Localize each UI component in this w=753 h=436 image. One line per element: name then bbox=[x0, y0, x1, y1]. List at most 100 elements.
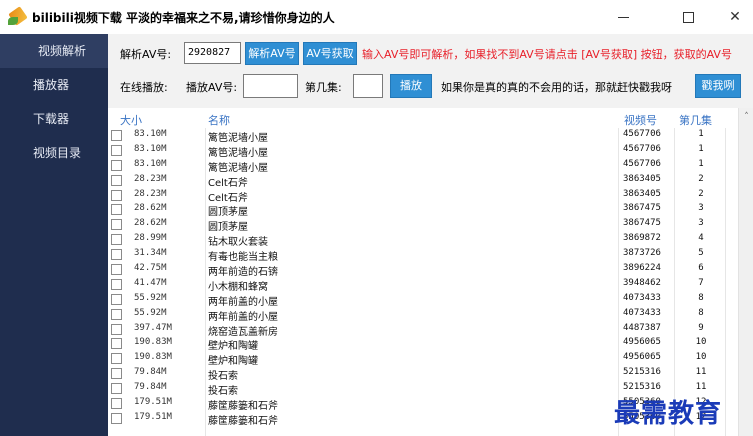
cell-av: 4567706 bbox=[623, 158, 661, 169]
scroll-up-arrow-icon[interactable]: ˄ bbox=[741, 112, 752, 122]
cell-size: 31.34M bbox=[134, 248, 167, 259]
cell-av: 3863405 bbox=[623, 188, 661, 199]
minimize-button[interactable] bbox=[600, 0, 646, 34]
table-row[interactable]: 190.83M 壁炉和陶罐 4956065 10 bbox=[108, 336, 738, 352]
row-checkbox[interactable] bbox=[111, 130, 122, 141]
cell-av: 3867475 bbox=[623, 203, 661, 214]
row-checkbox[interactable] bbox=[111, 189, 122, 201]
table-row[interactable]: 28.23M Celt石斧 3863405 2 bbox=[108, 173, 738, 189]
cell-size: 41.47M bbox=[134, 277, 167, 288]
cell-episode: 8 bbox=[698, 292, 704, 303]
sidebar-item-player[interactable]: 播放器 bbox=[0, 68, 108, 102]
episode-label: 第几集: bbox=[305, 81, 342, 94]
sidebar-item-downloader[interactable]: 下载器 bbox=[0, 102, 108, 136]
video-table: 大小 名称 视频号 第几集 83.10M 篱笆泥墙小屋 4567706 1 83.10M… bbox=[108, 108, 753, 436]
sidebar-item-video-catalog[interactable]: 视频目录 bbox=[0, 136, 108, 170]
row-checkbox[interactable] bbox=[111, 353, 122, 365]
row-checkbox[interactable] bbox=[111, 264, 122, 276]
cell-name: 圆顶茅屋 bbox=[208, 207, 248, 219]
cell-episode: 10 bbox=[695, 352, 707, 363]
play-button[interactable]: 播放 bbox=[390, 74, 432, 98]
row-checkbox[interactable] bbox=[111, 368, 122, 380]
cell-name: 藤筐藤篓和石斧 bbox=[208, 415, 278, 427]
cell-episode: 3 bbox=[698, 218, 704, 229]
table-header: 大小 名称 视频号 第几集 bbox=[108, 108, 753, 128]
cell-av: 3869872 bbox=[623, 233, 661, 244]
cell-episode: 11 bbox=[695, 367, 707, 378]
row-checkbox[interactable] bbox=[111, 398, 122, 410]
cell-size: 190.83M bbox=[134, 352, 172, 363]
cell-size: 28.62M bbox=[134, 218, 167, 229]
maximize-button[interactable] bbox=[665, 0, 711, 34]
table-row[interactable]: 83.10M 篱笆泥墙小屋 4567706 1 bbox=[108, 143, 738, 159]
row-checkbox[interactable] bbox=[111, 234, 122, 246]
row-checkbox[interactable] bbox=[111, 412, 122, 424]
row-checkbox[interactable] bbox=[111, 293, 122, 305]
maximize-icon bbox=[682, 11, 694, 23]
cell-name: Celt石斧 bbox=[208, 192, 248, 204]
cell-av: 5215316 bbox=[623, 367, 661, 378]
row-checkbox[interactable] bbox=[111, 159, 122, 171]
row-checkbox[interactable] bbox=[111, 174, 122, 186]
table-row[interactable]: 397.47M 烧窑造瓦盖新房 4487387 9 bbox=[108, 322, 738, 338]
cell-episode: 1 bbox=[698, 129, 704, 139]
parse-av-button[interactable]: 解析AV号 bbox=[245, 42, 299, 65]
table-row[interactable]: 190.83M 壁炉和陶罐 4956065 10 bbox=[108, 351, 738, 367]
cell-size: 83.10M bbox=[134, 129, 167, 139]
table-row[interactable]: 28.62M 圆顶茅屋 3867475 3 bbox=[108, 202, 738, 219]
vertical-scrollbar[interactable]: ˄ bbox=[738, 108, 753, 436]
table-row[interactable]: 83.10M 篱笆泥墙小屋 4567706 1 bbox=[108, 128, 738, 144]
row-checkbox[interactable] bbox=[111, 204, 122, 216]
row-checkbox[interactable] bbox=[111, 338, 122, 350]
play-av-input[interactable] bbox=[243, 74, 298, 98]
window-title: bilibili视频下载 平淡的幸福来之不易,请珍惜你身边的人 bbox=[32, 10, 335, 25]
cell-episode: 10 bbox=[695, 337, 707, 348]
table-row[interactable]: 31.34M 有毒也能当主粮 3873726 5 bbox=[108, 247, 738, 263]
table-row[interactable]: 28.99M 钻木取火套装 3869872 4 bbox=[108, 232, 738, 248]
table-row[interactable]: 42.75M 两年前造的石锛 3896224 6 bbox=[108, 262, 738, 278]
table-row[interactable]: 41.47M 小木棚和蜂窝 3948462 7 bbox=[108, 277, 738, 293]
table-row[interactable]: 28.23M Celt石斧 3863405 2 bbox=[108, 188, 738, 204]
table-row[interactable]: 55.92M 两年前盖的小屋 4073433 8 bbox=[108, 292, 738, 308]
row-checkbox[interactable] bbox=[111, 383, 122, 395]
row-checkbox[interactable] bbox=[111, 249, 122, 261]
sidebar: 视频解析 播放器 下载器 视频目录 bbox=[0, 34, 108, 436]
cell-size: 55.92M bbox=[134, 307, 167, 318]
row-checkbox[interactable] bbox=[111, 323, 122, 335]
sidebar-item-video-parse[interactable]: 视频解析 bbox=[0, 34, 108, 68]
cell-av: 3867475 bbox=[623, 218, 661, 229]
table-row[interactable]: 79.84M 投石索 5215316 11 bbox=[108, 366, 738, 383]
episode-input[interactable] bbox=[353, 74, 383, 98]
table-row[interactable]: 83.10M 篱笆泥墙小屋 4567706 1 bbox=[108, 158, 738, 174]
row-checkbox[interactable] bbox=[111, 144, 122, 156]
cell-episode: 2 bbox=[698, 188, 704, 199]
av-hint-text: 输入AV号即可解析，如果找不到AV号请点击 [AV号获取] 按钮，获取的AV号 bbox=[362, 48, 732, 61]
table-row[interactable]: 55.92M 两年前盖的小屋 4073433 8 bbox=[108, 307, 738, 323]
main-panel: 解析AV号: 2920827 解析AV号 AV号获取 输入AV号即可解析，如果找… bbox=[108, 34, 753, 436]
av-input[interactable]: 2920827 bbox=[184, 42, 241, 64]
cell-size: 79.84M bbox=[134, 382, 167, 393]
cell-name: Celt石斧 bbox=[208, 177, 248, 189]
cell-name: 投石索 bbox=[208, 371, 238, 383]
watermark-logo: 最需教育 bbox=[614, 399, 723, 429]
fetch-av-button[interactable]: AV号获取 bbox=[303, 42, 357, 65]
cell-name: 两年前盖的小屋 bbox=[208, 311, 278, 323]
poke-me-button[interactable]: 戳我咧 bbox=[695, 74, 741, 98]
column-header-episode[interactable]: 第几集 bbox=[679, 112, 712, 128]
close-button[interactable]: ✕ bbox=[712, 0, 753, 34]
cell-episode: 7 bbox=[698, 277, 704, 288]
cell-size: 28.23M bbox=[134, 173, 167, 184]
cell-av: 3873726 bbox=[623, 248, 661, 259]
title-bar: bilibili视频下载 平淡的幸福来之不易,请珍惜你身边的人 ✕ bbox=[0, 0, 753, 34]
column-header-size[interactable]: 大小 bbox=[120, 112, 142, 128]
column-header-av[interactable]: 视频号 bbox=[624, 112, 657, 128]
row-checkbox[interactable] bbox=[111, 308, 122, 320]
cell-size: 397.47M bbox=[134, 322, 172, 333]
cell-name: 篱笆泥墙小屋 bbox=[208, 133, 268, 144]
column-header-name[interactable]: 名称 bbox=[208, 112, 230, 128]
row-checkbox[interactable] bbox=[111, 278, 122, 290]
cell-episode: 1 bbox=[698, 143, 704, 154]
cell-name: 圆顶茅屋 bbox=[208, 222, 248, 234]
row-checkbox[interactable] bbox=[111, 219, 122, 231]
table-row[interactable]: 28.62M 圆顶茅屋 3867475 3 bbox=[108, 217, 738, 234]
